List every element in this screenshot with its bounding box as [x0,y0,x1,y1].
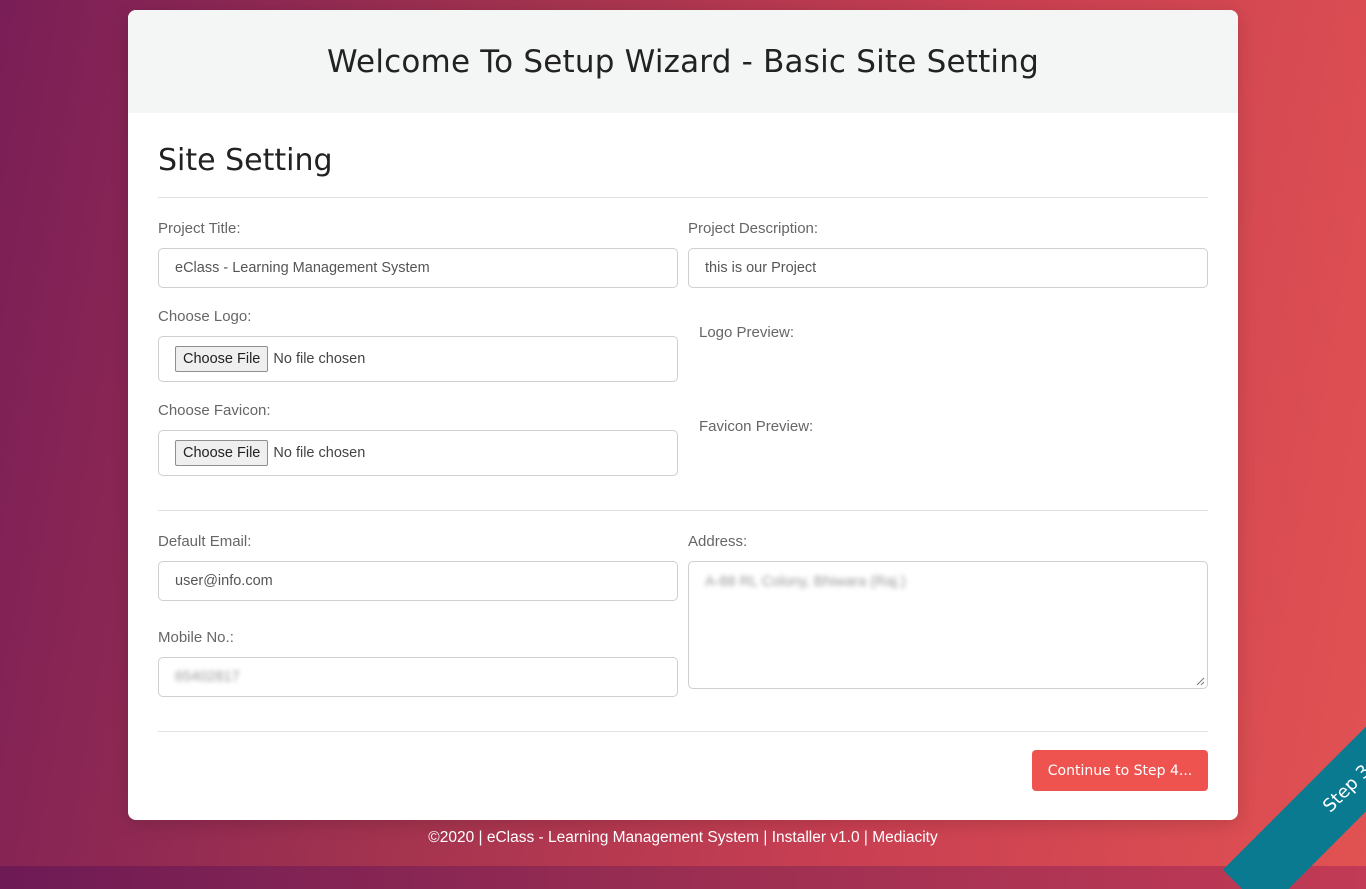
address-textarea[interactable]: A-88 RL Colony, Bhiwara (Raj.) [688,561,1208,689]
divider [158,510,1208,511]
project-description-input[interactable]: this is our Project [688,248,1208,288]
step-ribbon-label: Step 3 [1222,709,1366,889]
logo-preview-label: Logo Preview: [699,324,795,341]
resize-grip-icon[interactable] [1195,676,1205,686]
logo-choose-file-button[interactable]: Choose File [175,346,269,372]
logo-file-status: No file chosen [273,351,366,367]
default-email-value: user@info.com [175,573,273,589]
address-value: A-88 RL Colony, Bhiwara (Raj.) [705,574,906,590]
project-title-value: eClass - Learning Management System [175,260,430,276]
continue-button[interactable]: Continue to Step 4... [1032,750,1208,791]
project-description-label: Project Description: [688,220,819,237]
choose-logo-label: Choose Logo: [158,308,252,325]
favicon-preview-label: Favicon Preview: [699,418,814,435]
bottom-bar [0,866,1366,889]
favicon-file-input[interactable]: Choose File No file chosen [158,430,678,476]
footer-text: ©2020 | eClass - Learning Management Sys… [428,829,938,846]
default-email-label: Default Email: [158,533,252,550]
setup-card: Welcome To Setup Wizard - Basic Site Set… [128,10,1238,820]
project-title-input[interactable]: eClass - Learning Management System [158,248,678,288]
section-title: Site Setting [158,143,333,178]
favicon-choose-file-button[interactable]: Choose File [175,440,269,466]
default-email-input[interactable]: user@info.com [158,561,678,601]
step-ribbon: Step 3 [1206,709,1366,889]
divider [158,197,1208,198]
logo-file-input[interactable]: Choose File No file chosen [158,336,678,382]
mobile-label: Mobile No.: [158,629,234,646]
project-description-value: this is our Project [705,260,817,276]
favicon-file-status: No file chosen [273,445,366,461]
project-title-label: Project Title: [158,220,241,237]
mobile-value: 65402817 [175,669,240,685]
choose-favicon-label: Choose Favicon: [158,402,271,419]
mobile-input[interactable]: 65402817 [158,657,678,697]
divider [158,731,1208,732]
page-title: Welcome To Setup Wizard - Basic Site Set… [327,43,1039,80]
address-label: Address: [688,533,748,550]
card-header: Welcome To Setup Wizard - Basic Site Set… [128,10,1238,113]
